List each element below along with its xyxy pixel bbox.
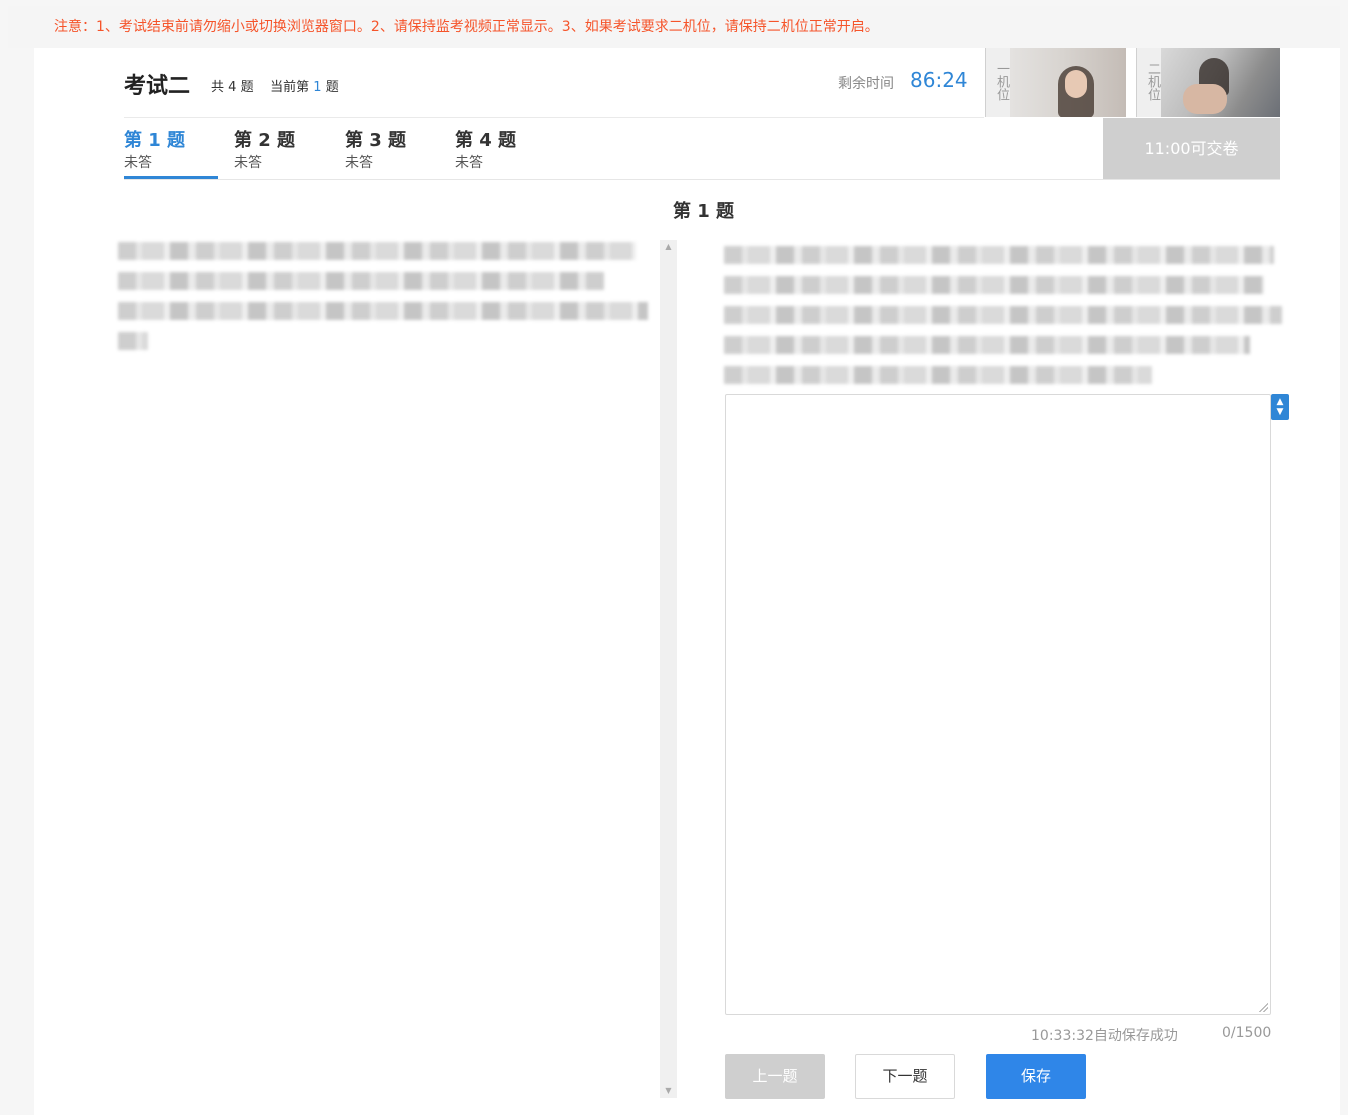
tab-status: 未答: [455, 155, 483, 171]
person-hands: [1183, 84, 1227, 114]
tab-status: 未答: [234, 155, 262, 171]
header-divider: [124, 117, 984, 118]
camera-secondary-label: 二机位: [1137, 48, 1161, 117]
camera-primary: 一机位: [985, 48, 1126, 117]
exam-main-panel: 考试二 共 4 题 当前第 1 题 剩余时间 86:24 一机位 二机位 第 1…: [34, 48, 1340, 1115]
camera-secondary: 二机位: [1136, 48, 1280, 117]
resize-grip-icon[interactable]: [1258, 1002, 1268, 1012]
current-suffix: 题: [325, 80, 339, 95]
question-passage-redacted: [118, 238, 648, 358]
tab-label: 第 1 题: [124, 130, 186, 151]
exam-progress-meta: 共 4 题 当前第 1 题: [211, 76, 339, 95]
char-count: 0/1500: [1222, 1025, 1272, 1041]
camera-primary-feed: [1010, 48, 1126, 117]
triangle-down-icon[interactable]: ▼: [660, 1084, 677, 1098]
question-prompt-redacted: [724, 242, 1284, 384]
current-prefix: 当前第: [270, 80, 310, 95]
tabs-divider: [124, 179, 1280, 180]
camera-secondary-feed: [1161, 48, 1280, 117]
total-count: 4: [228, 80, 237, 95]
exam-title: 考试二: [124, 74, 191, 99]
submit-exam-button[interactable]: 11:00可交卷: [1103, 118, 1280, 179]
remaining-time-value: 86:24: [910, 68, 968, 92]
tab-label: 第 2 题: [234, 130, 296, 151]
camera-primary-label: 一机位: [986, 48, 1010, 117]
up-down-arrows-icon[interactable]: ▲ ▼: [1271, 394, 1289, 420]
next-question-button[interactable]: 下一题: [855, 1054, 955, 1099]
remaining-time-label: 剩余时间: [838, 76, 894, 92]
save-button[interactable]: 保存: [986, 1054, 1086, 1099]
tab-label: 第 3 题: [345, 130, 407, 151]
exam-notice: 注意：1、考试结束前请勿缩小或切换浏览器窗口。2、请保持监考视频正常显示。3、如…: [8, 6, 1340, 48]
prev-question-button[interactable]: 上一题: [725, 1054, 825, 1099]
current-index: 1: [313, 80, 322, 95]
tab-question-2[interactable]: 第 2 题 未答: [234, 124, 328, 179]
tab-status: 未答: [124, 155, 152, 171]
tab-question-3[interactable]: 第 3 题 未答: [345, 124, 439, 179]
passage-scrollbar[interactable]: ▲ ▼: [660, 240, 677, 1098]
tab-status: 未答: [345, 155, 373, 171]
tab-question-4[interactable]: 第 4 题 未答: [455, 124, 549, 179]
autosave-status: 10:33:32自动保存成功: [1031, 1028, 1178, 1044]
tab-question-1[interactable]: 第 1 题 未答: [124, 124, 218, 179]
total-suffix: 题: [240, 80, 254, 95]
total-prefix: 共: [211, 80, 225, 95]
triangle-up-icon[interactable]: ▲: [660, 240, 677, 254]
question-heading: 第 1 题: [673, 201, 735, 222]
answer-textarea[interactable]: [725, 394, 1271, 1015]
person-face: [1065, 70, 1087, 98]
tab-label: 第 4 题: [455, 130, 517, 151]
